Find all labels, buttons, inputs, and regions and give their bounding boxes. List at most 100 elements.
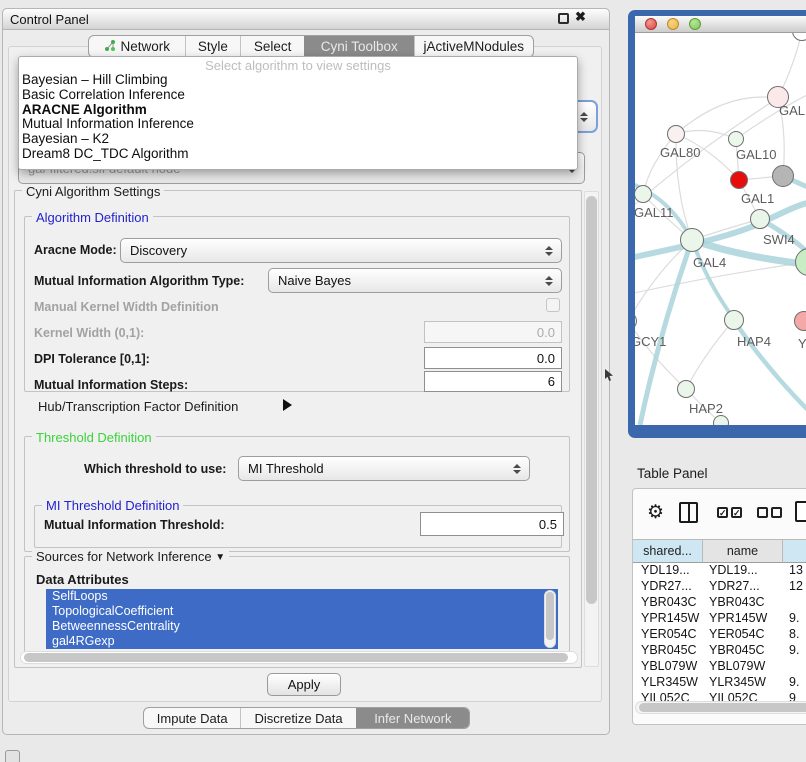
node-label-gal80: GAL80: [660, 145, 700, 160]
node[interactable]: [772, 165, 794, 187]
table-cell: YDL19...: [641, 563, 690, 577]
table-row[interactable]: YBR045CYBR045C9.: [633, 643, 806, 659]
algorithm-option[interactable]: Bayesian – K2: [22, 131, 109, 146]
table-body[interactable]: YDL19...YDL19...13YDR27...YDR27...12YBR0…: [633, 563, 806, 701]
tab-label: Cyni Toolbox: [321, 39, 398, 54]
mi-algorithm-type-combobox[interactable]: Naive Bayes: [268, 268, 562, 293]
data-attribute-item[interactable]: TopologicalCoefficient: [46, 604, 558, 619]
attributes-scrollbar-thumb[interactable]: [546, 592, 554, 640]
tab-jactivemnodules[interactable]: jActiveMNodules: [414, 36, 533, 57]
kernel-width-label: Kernel Width (0,1):: [34, 326, 144, 340]
algorithm-option[interactable]: ARACNE Algorithm: [22, 102, 147, 117]
network-canvas[interactable]: GALGAL80GAL10GAL1GAL11SWI4GAL4GCY1HAP4YH…: [635, 33, 806, 425]
document-icon[interactable]: [795, 501, 806, 522]
algorithm-option[interactable]: Bayesian – Hill Climbing: [22, 72, 168, 87]
algorithm-definition-label: Algorithm Definition: [32, 210, 153, 225]
table-cell: 12: [789, 579, 803, 593]
tab-impute-data[interactable]: Impute Data: [144, 708, 240, 728]
table-cell: 9: [789, 691, 796, 701]
data-attribute-item[interactable]: gal4RGexp: [46, 634, 558, 649]
hide-columns-icon[interactable]: [757, 507, 782, 518]
hub-transcription-section-label[interactable]: Hub/Transcription Factor Definition: [38, 399, 238, 414]
mi-algorithm-type-label: Mutual Information Algorithm Type:: [34, 274, 244, 288]
algorithm-dropdown-placeholder: Select algorithm to view settings: [18, 58, 578, 73]
node-hap2[interactable]: [677, 380, 695, 398]
tab-discretize-data[interactable]: Discretize Data: [240, 708, 355, 728]
table-panel-title: Table Panel: [637, 466, 708, 481]
node-label-y: Y: [798, 336, 806, 351]
table-cell: YER054C: [641, 627, 697, 641]
node-hap4[interactable]: [724, 310, 744, 330]
close-traffic-light-icon[interactable]: [645, 18, 657, 30]
mutual-information-threshold-field[interactable]: 0.5: [420, 512, 564, 536]
network-window-titlebar[interactable]: [635, 16, 806, 33]
table-panel: ⚙ ✓✓ shared...name YDL19...YDL19...13YDR…: [632, 488, 806, 725]
tab-style[interactable]: Style: [185, 36, 241, 57]
algorithm-option[interactable]: Basic Correlation Inference: [22, 87, 185, 102]
table-cell: 9.: [789, 611, 799, 625]
combo-arrows-icon: [580, 112, 588, 122]
column-header-name[interactable]: name: [703, 539, 783, 563]
node-swi4[interactable]: [750, 209, 770, 229]
data-attribute-item[interactable]: BetweennessCentrality: [46, 619, 558, 634]
which-threshold-combobox[interactable]: MI Threshold: [238, 456, 530, 481]
node-label-gcy1: GCY1: [635, 334, 666, 349]
threshold-definition-label: Threshold Definition: [32, 430, 156, 445]
show-selected-columns-icon[interactable]: ✓✓: [717, 507, 742, 518]
close-icon[interactable]: ✖: [575, 9, 586, 25]
table-cell: 9.: [789, 643, 799, 657]
node-gal4[interactable]: [680, 228, 704, 252]
sources-group-label[interactable]: Sources for Network Inference ▼: [32, 549, 229, 564]
table-row[interactable]: YDR27...YDR27...12: [633, 579, 806, 595]
table-cell: YBR045C: [641, 643, 697, 657]
table-row[interactable]: YIL052CYIL052C9: [633, 691, 806, 701]
gear-icon[interactable]: ⚙: [647, 501, 664, 524]
dpi-tolerance-field[interactable]: 0.0: [424, 347, 562, 369]
node-gal80[interactable]: [667, 125, 685, 143]
table-row[interactable]: YDL19...YDL19...13: [633, 563, 806, 579]
algorithm-option[interactable]: Mutual Information Inference: [22, 116, 194, 131]
table-row[interactable]: YPR145WYPR145W9.: [633, 611, 806, 627]
control-panel-titlebar[interactable]: [2, 8, 610, 30]
column-header-cut[interactable]: [783, 539, 806, 563]
table-cell: YBR043C: [709, 595, 765, 609]
manual-kernel-width-checkbox[interactable]: [546, 298, 560, 312]
expand-arrow-icon[interactable]: [283, 399, 292, 411]
settings-scrollbar-thumb[interactable]: [586, 196, 597, 604]
node-label-gal1: GAL1: [741, 191, 774, 206]
float-window-icon[interactable]: [558, 13, 569, 24]
table-row[interactable]: YBR043CYBR043C: [633, 595, 806, 611]
table-cell: YBL079W: [641, 659, 697, 673]
algorithm-option[interactable]: Dream8 DC_TDC Algorithm: [22, 146, 189, 161]
node[interactable]: [713, 415, 729, 425]
tab-cyni-toolbox[interactable]: Cyni Toolbox: [304, 36, 414, 57]
kernel-width-field[interactable]: 0.0: [424, 321, 562, 343]
zoom-traffic-light-icon[interactable]: [689, 18, 701, 30]
tab-select[interactable]: Select: [240, 36, 304, 57]
data-attribute-item[interactable]: SelfLoops: [46, 589, 558, 604]
table-hscrollbar-thumb[interactable]: [639, 703, 806, 712]
apply-button[interactable]: Apply: [267, 673, 341, 696]
columns-icon[interactable]: [679, 502, 698, 523]
network-icon: [104, 39, 117, 55]
collapsed-panel-icon[interactable]: [5, 750, 20, 762]
table-cell: YDR27...: [641, 579, 692, 593]
mutual-information-threshold-label: Mutual Information Threshold:: [44, 518, 225, 532]
settings-hscrollbar-thumb[interactable]: [24, 653, 568, 662]
aracne-mode-combobox[interactable]: Discovery: [120, 238, 562, 263]
mi-steps-field[interactable]: 6: [424, 371, 562, 392]
table-row[interactable]: YER054CYER054C8.: [633, 627, 806, 643]
tab-network[interactable]: Network: [89, 36, 185, 57]
column-header-shared...[interactable]: shared...: [633, 539, 703, 563]
tab-infer-network[interactable]: Infer Network: [356, 708, 469, 728]
minimize-traffic-light-icon[interactable]: [667, 18, 679, 30]
mi-steps-label: Mutual Information Steps:: [34, 378, 188, 392]
node-gal10[interactable]: [728, 131, 744, 147]
table-row[interactable]: YBL079WYBL079W: [633, 659, 806, 675]
data-attributes-list[interactable]: SelfLoopsTopologicalCoefficientBetweenne…: [46, 589, 558, 649]
table-cell: YIL052C: [709, 691, 758, 701]
node-gal1[interactable]: [730, 171, 748, 189]
sources-group-title: Sources for Network Inference: [36, 549, 212, 564]
table-row[interactable]: YLR345WYLR345W9.: [633, 675, 806, 691]
node-label-swi4: SWI4: [763, 232, 795, 247]
